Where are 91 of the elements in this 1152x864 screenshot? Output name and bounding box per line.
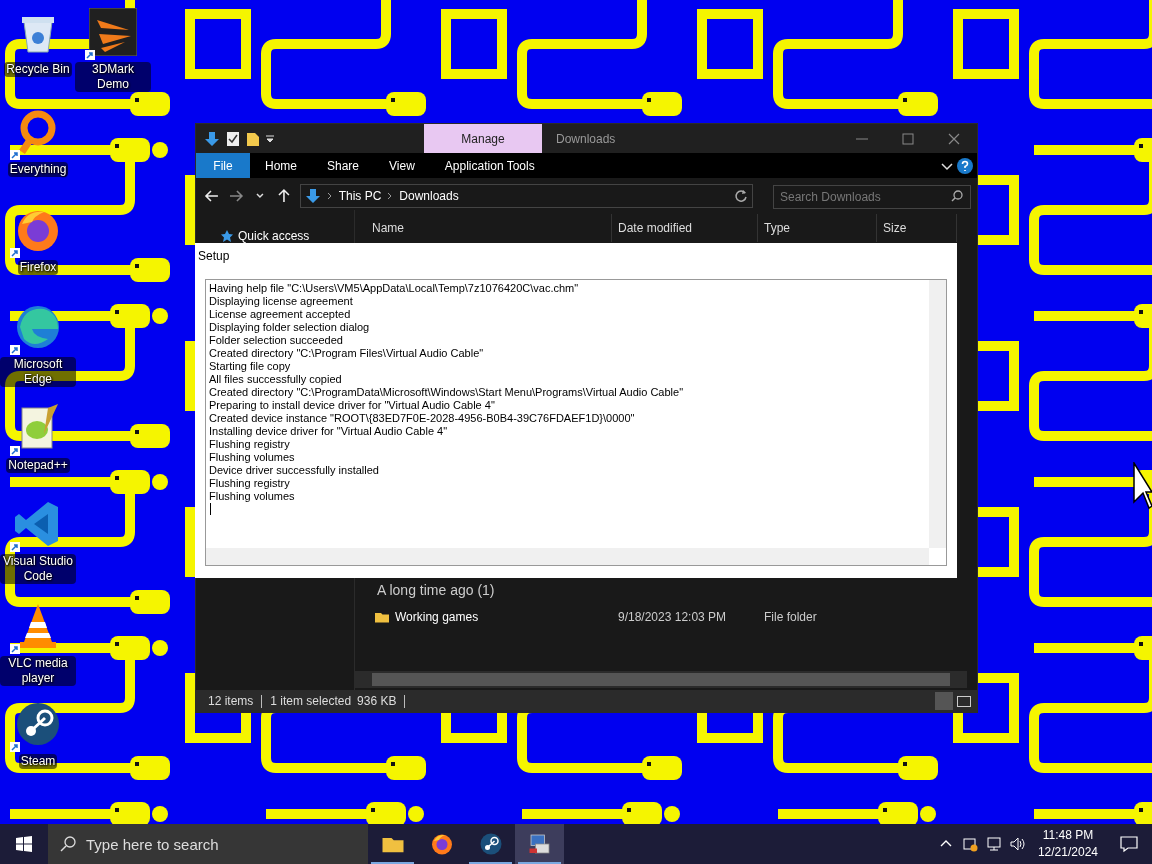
ribbon-tab[interactable]: Share: [312, 153, 375, 178]
log-line: Installing device driver for "Virtual Audio Cable 4": [209, 425, 448, 438]
date-modified: 9/18/2023 12:03 PM: [618, 610, 727, 624]
desktop-icon-label[interactable]: Microsoft Edge: [0, 357, 76, 387]
customize-dropdown-icon[interactable]: [266, 134, 274, 143]
computer-setup-icon[interactable]: [527, 832, 552, 856]
defender-warning-icon[interactable]: [961, 836, 978, 852]
log-line: Displaying license agreement: [209, 295, 353, 308]
log-line: License agreement accepted: [209, 308, 351, 321]
shortcut-arrow-icon: [10, 644, 20, 654]
desktop-icon-label[interactable]: Steam: [18, 754, 58, 769]
column-header[interactable]: Type: [758, 214, 877, 242]
shortcut-arrow-icon: [10, 742, 20, 752]
file-type: File folder: [764, 610, 817, 624]
group-header[interactable]: A long time ago (1): [355, 580, 495, 606]
vertical-scrollbar[interactable]: [929, 280, 946, 548]
log-line: Displaying folder selection dialog: [209, 321, 370, 334]
search-field[interactable]: Search Downloads: [773, 184, 971, 209]
edge-icon[interactable]: [14, 303, 62, 351]
manage-tab[interactable]: Manage: [424, 124, 542, 153]
log-line: Flushing registry: [209, 477, 290, 490]
desktop-icon-label[interactable]: 3DMark Demo: [75, 62, 151, 92]
breadcrumb-item[interactable]: Downloads: [399, 186, 459, 205]
status-text: 1 item selected: [270, 693, 352, 710]
folder-icon[interactable]: [246, 130, 260, 147]
shortcut-arrow-icon: [10, 542, 20, 552]
clock-date[interactable]: 12/21/2024: [1037, 844, 1098, 861]
forward-icon[interactable]: [227, 187, 244, 204]
chevron-right-icon: [387, 191, 394, 200]
steam-icon[interactable]: [478, 832, 503, 856]
chevron-logo-icon[interactable]: [89, 8, 137, 56]
taskbar-app-button[interactable]: [515, 824, 564, 864]
log-line: Flushing volumes: [209, 451, 295, 464]
log-line: Preparing to install device driver for "Virtual Audio Cable 4": [209, 399, 495, 412]
preview-view-button[interactable]: [957, 695, 971, 707]
file-name[interactable]: Working games: [395, 608, 479, 626]
shortcut-arrow-icon: [85, 50, 95, 60]
desktop-icon-label[interactable]: Firefox: [17, 260, 59, 275]
horizontal-scrollbar[interactable]: [206, 548, 929, 565]
download-arrow-icon[interactable]: [204, 130, 220, 147]
desktop-icon-label[interactable]: VLC media player: [0, 656, 76, 686]
shortcut-arrow-icon: [10, 446, 20, 456]
taskbar-search-field[interactable]: Type here to search: [48, 824, 368, 864]
notification-icon[interactable]: [1120, 835, 1138, 853]
log-line: Device driver successfully installed: [209, 464, 379, 477]
up-icon[interactable]: [275, 187, 292, 204]
log-line: Created directory "C:\ProgramData\Microsoft\Windows\Start Menu\Programs\Virtual Audio Cable": [209, 386, 684, 399]
checklist-icon[interactable]: [226, 130, 240, 147]
log-line: Folder selection succeeded: [209, 334, 343, 347]
horizontal-scrollbar[interactable]: [355, 671, 967, 688]
log-line: Starting file copy: [209, 360, 291, 373]
log-line: All files successfully copied: [209, 373, 342, 386]
shortcut-arrow-icon: [10, 150, 20, 160]
log-line: Having help file "C:\Users\VM5\AppData\Local\Temp\7z1076420C\vac.chm": [209, 282, 579, 295]
chevron-right-icon: [326, 191, 333, 200]
cursor-icon: [1133, 462, 1152, 510]
status-text: 12 items: [208, 693, 254, 710]
refresh-icon[interactable]: [734, 188, 749, 203]
text-cursor: [210, 503, 211, 515]
status-text: 936 KB: [357, 693, 397, 710]
column-header[interactable]: Date modified: [612, 214, 758, 242]
log-line: Created directory "C:\Program Files\Virtual Audio Cable": [209, 347, 484, 360]
address-bar[interactable]: This PC Downloads: [299, 183, 754, 208]
dialog-title: Setup: [197, 248, 230, 265]
column-header[interactable]: Name: [355, 214, 612, 242]
log-line: Flushing volumes: [209, 490, 295, 503]
firefox-icon[interactable]: [429, 832, 454, 856]
column-header[interactable]: Size: [877, 214, 957, 242]
search-icon: [951, 189, 963, 202]
log-line: Created device instance "ROOT\{83ED7F0E-2028-4956-B0B4-39C76FDAEF1D}\0000": [209, 412, 635, 425]
download-arrow-icon[interactable]: [304, 187, 321, 204]
volume-icon[interactable]: [1009, 836, 1026, 852]
steam-icon[interactable]: [14, 700, 62, 748]
ribbon-tab[interactable]: Application Tools: [429, 153, 550, 178]
shortcut-arrow-icon: [10, 248, 20, 258]
network-icon[interactable]: [985, 836, 1002, 852]
shortcut-arrow-icon: [10, 345, 20, 355]
desktop-icon-label[interactable]: Recycle Bin: [4, 62, 72, 77]
breadcrumb-item[interactable]: This PC: [338, 186, 382, 205]
log-line: Flushing registry: [209, 438, 290, 451]
window-title: Downloads: [556, 130, 617, 148]
ribbon-tab[interactable]: View: [374, 153, 430, 178]
star-icon: [220, 229, 234, 243]
desktop-icon-label[interactable]: Visual Studio Code: [0, 554, 76, 584]
desktop-icon-label[interactable]: Notepad++: [6, 458, 70, 473]
clock-time[interactable]: 11:48 PM: [1042, 827, 1094, 844]
ribbon-tab[interactable]: Home: [250, 153, 312, 178]
help-icon[interactable]: [957, 157, 973, 174]
nav-item[interactable]: Quick access: [238, 227, 310, 245]
start-button[interactable]: [16, 836, 32, 852]
desktop-icon-label[interactable]: Everything: [7, 162, 69, 177]
